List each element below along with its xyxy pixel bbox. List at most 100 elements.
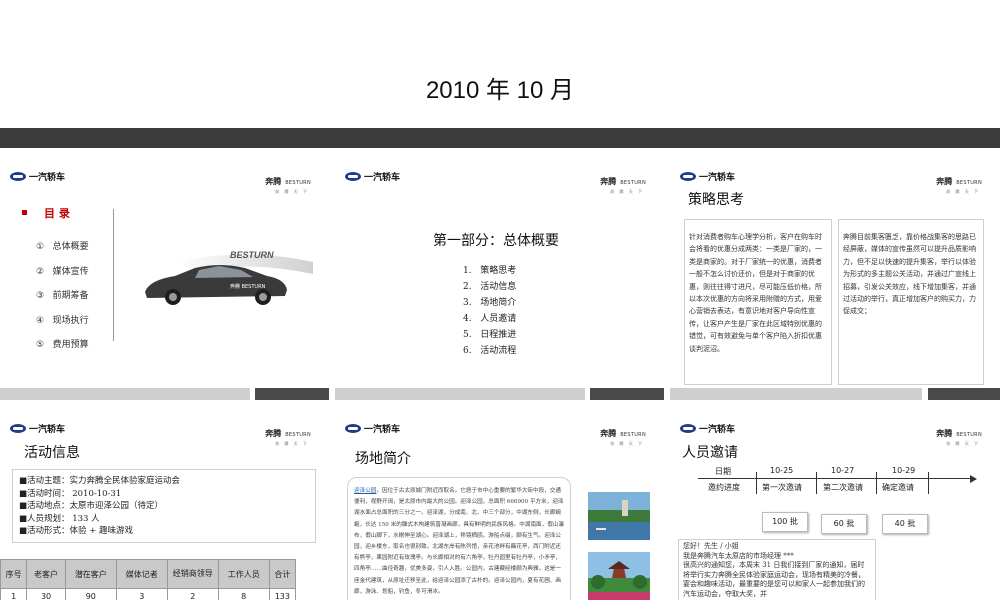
slide-strategy[interactable]: 一汽轿车 奔腾 BESTURN 奔 腾 天 下 策略思考 针对消费者购车心理学分析… [670, 157, 1000, 400]
strategy-right-text: 奔腾目前集客匮乏，靠价格战集客的思路已经屏蔽，媒体的宣传虽然可以提升品质影响力，… [843, 233, 976, 316]
venue-text-box: 迎泽公园，因位于古太原城门附近而取名。它居于市中心重要的繁华大街中段，交通便利，… [347, 477, 571, 600]
table-header-cell: 经销商领导 [166, 559, 219, 589]
progress-label: 邀约进度 [708, 483, 740, 492]
faw-logo: 一汽轿车 [10, 170, 65, 183]
faw-logo: 一汽轿车 [680, 170, 735, 183]
besturn-brand: 奔腾 BESTURN 奔 腾 天 下 [600, 177, 646, 194]
page-title: 2010 年 10 月 [425, 77, 575, 104]
faw-emblem-icon [10, 172, 26, 181]
timeline-date: 10-25 [770, 466, 794, 475]
table-header-cell: 工作人员 [217, 559, 270, 589]
table-header-cell: 老客户 [26, 559, 66, 589]
table-cell: 90 [64, 588, 117, 600]
faw-emblem-icon [680, 172, 696, 181]
outline-item[interactable]: 3. 场地简介 [463, 295, 516, 311]
table-header-cell: 潜在客户 [64, 559, 117, 589]
strategy-right-box: 奔腾目前集客匮乏，靠价格战集客的思路已经屏蔽，媒体的宣传虽然可以提升品质影响力，… [838, 219, 984, 385]
faw-emblem-icon [345, 172, 361, 181]
faw-emblem-icon [680, 424, 696, 433]
info-line: ■活动主题：实力奔腾全民体验家庭运动会 [19, 476, 181, 486]
outline-list: 1. 策略思考 2. 活动信息 3. 场地简介 4. 人员邀请 5. 日程推进 … [463, 263, 516, 359]
contents-item[interactable]: ① 总体概要 [36, 235, 89, 260]
table-cell: 2 [166, 588, 219, 600]
outline-item[interactable]: 1. 策略思考 [463, 263, 516, 279]
timeline-tick [756, 472, 757, 494]
table-cell: 1 [0, 588, 28, 600]
arrow-right-icon [970, 475, 977, 483]
attendee-table: 序号 老客户 潜在客户 媒体记者 经销商领导 工作人员 合计 1 30 90 3… [0, 559, 297, 600]
table-row: 1 30 90 3 2 8 133 [0, 588, 297, 600]
slide-part-one[interactable]: 一汽轿车 奔腾 BESTURN 奔 腾 天 下 第一部分：总体概要 1. 策略思考… [335, 157, 664, 400]
letter-line: 很高兴的通知您，本周末 31 日我们接到厂家的通知，届时将举行实力奔腾全民体验家… [683, 561, 865, 598]
slide-heading: 策略思考 [688, 192, 744, 208]
contents-item[interactable]: ④ 现场执行 [36, 309, 89, 334]
faw-logo: 一汽轿车 [10, 422, 65, 435]
count-box: 100 批 [762, 512, 808, 532]
timeline-date-label: 日期 [715, 467, 731, 476]
strategy-left-text: 针对消费者购车心理学分析，客户在购车时会将看的优惠分成两类：一类是厂家的，一类是… [689, 233, 822, 353]
table-cell: 133 [268, 588, 297, 600]
timeline-tick [876, 472, 877, 494]
lake-photo [588, 492, 650, 540]
contents-divider [113, 209, 114, 341]
table-header-cell: 媒体记者 [115, 559, 168, 589]
table-header-row: 序号 老客户 潜在客户 媒体记者 经销商领导 工作人员 合计 [0, 559, 297, 589]
company-name: 一汽轿车 [29, 425, 66, 435]
timeline-tick [928, 472, 929, 494]
phase-label: 第二次邀请 [823, 483, 863, 492]
car-mark-text: BESTURN [230, 250, 274, 260]
company-name: 一汽轿车 [364, 173, 401, 183]
event-info-box: ■活动主题：实力奔腾全民体验家庭运动会 ■活动时间： 2010-10-31 ■活… [12, 469, 316, 543]
slide-venue[interactable]: 一汽轿车 奔腾 BESTURN 奔 腾 天 下 场地简介 迎泽公园，因位于古太原城… [335, 409, 664, 600]
outline-item[interactable]: 4. 人员邀请 [463, 311, 516, 327]
timeline-date: 10-27 [831, 466, 855, 475]
invitation-letter: 您好！先生 / 小姐 我是奔腾汽车太原店的市场经理 *** 很高兴的通知您，本周… [678, 539, 876, 600]
venue-description: ，因位于古太原城门附近而取名。它居于市中心重要的繁华大街中段，交通便利，视野开阔… [354, 488, 565, 595]
besturn-brand: 奔腾 BESTURN 奔 腾 天 下 [936, 429, 982, 446]
slide-event-info[interactable]: 一汽轿车 奔腾 BESTURN 奔 腾 天 下 活动信息 ■活动主题：实力奔腾全民… [0, 409, 329, 600]
faw-emblem-icon [345, 424, 361, 433]
contents-heading: 目 录 [44, 207, 70, 220]
company-name: 一汽轿车 [364, 425, 401, 435]
footer-bar-light [670, 388, 922, 400]
strategy-left-box: 针对消费者购车心理学分析，客户在购车时会将看的优惠分成两类：一类是厂家的，一类是… [684, 219, 832, 385]
slide-invitation[interactable]: 一汽轿车 奔腾 BESTURN 奔 腾 天 下 人员邀请 日期 10-25 10-… [670, 409, 1000, 600]
car-image: BESTURN 奔腾 BESTURN [145, 250, 313, 305]
outline-item[interactable]: 6. 活动流程 [463, 343, 516, 359]
faw-logo: 一汽轿车 [680, 422, 735, 435]
footer-bar-dark [590, 388, 664, 400]
info-line: ■活动地点：太原市迎泽公园（待定） [19, 501, 164, 511]
besturn-brand: 奔腾 BESTURN 奔 腾 天 下 [936, 177, 982, 194]
footer-bar-light [0, 388, 250, 400]
outline-item[interactable]: 5. 日程推进 [463, 327, 516, 343]
outline-item[interactable]: 2. 活动信息 [463, 279, 516, 295]
footer-bar-dark [928, 388, 1000, 400]
info-line: ■人员规划： 133 人 [19, 513, 100, 524]
bullet-icon [22, 210, 27, 215]
contents-item[interactable]: ⑤ 费用预算 [36, 333, 89, 358]
contents-item[interactable]: ③ 前期筹备 [36, 284, 89, 309]
table-cell: 8 [217, 588, 270, 600]
slide-heading: 活动信息 [24, 445, 80, 461]
count-box: 40 批 [882, 514, 928, 534]
company-name: 一汽轿车 [699, 425, 736, 435]
table-header-cell: 序号 [0, 559, 28, 589]
count-box: 60 批 [821, 514, 867, 534]
top-band [0, 128, 1000, 148]
timeline-axis [698, 478, 972, 479]
table-cell: 30 [26, 588, 66, 600]
contents-item[interactable]: ② 媒体宣传 [36, 260, 89, 285]
letter-line: 我是奔腾汽车太原店的市场经理 *** [683, 551, 794, 560]
slide-heading: 人员邀请 [682, 445, 738, 461]
info-line: ■活动时间： 2010-10-31 [19, 488, 122, 499]
company-name: 一汽轿车 [699, 173, 736, 183]
park-link[interactable]: 迎泽公园 [354, 488, 376, 494]
besturn-brand: 奔腾 BESTURN 奔 腾 天 下 [265, 177, 311, 194]
phase-label: 确定邀请 [882, 483, 914, 492]
timeline-tick [816, 472, 817, 494]
footer-bar-light [335, 388, 585, 400]
timeline-date: 10-29 [892, 466, 916, 475]
company-name: 一汽轿车 [29, 173, 66, 183]
slide-contents[interactable]: 一汽轿车 奔腾 BESTURN 奔 腾 天 下 目 录 ① 总体概要 ② 媒体宣传… [0, 157, 329, 400]
slide-heading: 场地简介 [355, 451, 411, 467]
